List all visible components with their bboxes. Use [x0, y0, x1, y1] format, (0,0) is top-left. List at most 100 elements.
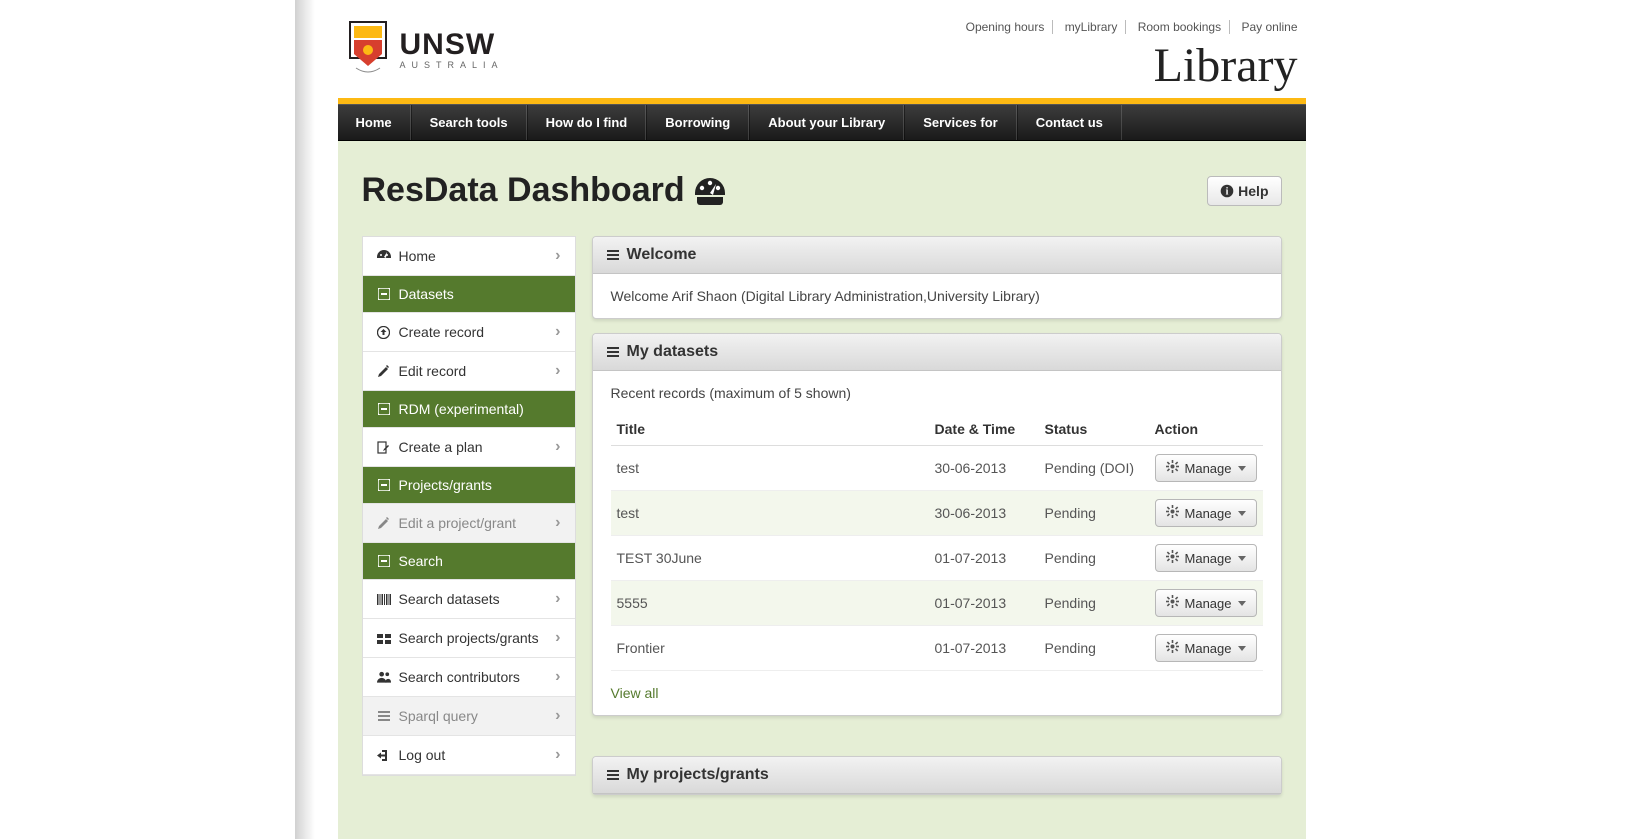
chevron-right-icon: ›: [555, 514, 560, 532]
sidebar-item-label: Search contributors: [399, 669, 520, 685]
sidebar-item-label: Create a plan: [399, 439, 483, 455]
content-area: ResData Dashboard i Help: [338, 141, 1306, 839]
barcode-icon: [377, 594, 391, 605]
chevron-right-icon: ›: [555, 707, 560, 725]
topbar: UNSW AUSTRALIA Opening hours myLibrary R…: [338, 0, 1306, 98]
manage-button[interactable]: Manage: [1155, 589, 1257, 617]
sidebar-item-log-out[interactable]: Log out›: [363, 736, 575, 775]
myprojects-panel: My projects/grants: [592, 756, 1282, 795]
pencil-icon: [377, 365, 391, 378]
minus-box-icon: [377, 288, 391, 300]
myprojects-panel-head[interactable]: My projects/grants: [593, 757, 1281, 794]
sidebar-item-create-record[interactable]: Create record›: [363, 313, 575, 352]
gear-icon: [1166, 505, 1179, 521]
top-link-mylibrary[interactable]: myLibrary: [1057, 20, 1127, 34]
logout-icon: [377, 749, 391, 762]
sidebar-header-search[interactable]: Search: [363, 543, 575, 580]
table-row: test30-06-2013Pending (DOI) Manage: [611, 446, 1263, 491]
top-link-pay[interactable]: Pay online: [1233, 20, 1297, 34]
sidebar-item-create-a-plan[interactable]: Create a plan ›: [363, 428, 575, 467]
cell-date: 30-06-2013: [929, 446, 1039, 491]
top-link-hours[interactable]: Opening hours: [958, 20, 1054, 34]
welcome-panel-head[interactable]: Welcome: [593, 237, 1281, 274]
caret-down-icon: [1238, 556, 1246, 561]
sidebar-item-label: Home: [399, 248, 436, 264]
view-all-link[interactable]: View all: [611, 685, 659, 701]
mainnav: Home Search tools How do I find Borrowin…: [338, 104, 1306, 141]
chevron-right-icon: ›: [555, 247, 560, 265]
sidebar-item-label: Search projects/grants: [399, 630, 539, 646]
cell-status: Pending: [1039, 626, 1149, 671]
cell-status: Pending: [1039, 581, 1149, 626]
top-link-room[interactable]: Room bookings: [1130, 20, 1230, 34]
sidebar-item-label: Create record: [399, 324, 485, 340]
logo[interactable]: UNSW AUSTRALIA: [346, 20, 504, 78]
people-icon: [377, 671, 391, 683]
chevron-right-icon: ›: [555, 438, 560, 456]
nav-home[interactable]: Home: [338, 105, 411, 140]
dashboard-icon: [693, 176, 727, 206]
sidebar-item-label: Sparql query: [399, 708, 478, 724]
manage-button[interactable]: Manage: [1155, 454, 1257, 482]
logo-country-text: AUSTRALIA: [400, 60, 504, 70]
manage-button[interactable]: Manage: [1155, 499, 1257, 527]
dashboard-icon: [377, 250, 391, 262]
sidebar-header-rdm-experimental-[interactable]: RDM (experimental): [363, 391, 575, 428]
mydatasets-panel: My datasets Recent records (maximum of 5…: [592, 333, 1282, 716]
cell-status: Pending (DOI): [1039, 446, 1149, 491]
cell-title: test: [611, 446, 929, 491]
chevron-right-icon: ›: [555, 668, 560, 686]
bars-icon: [607, 770, 619, 780]
sidebar-header-projects-grants[interactable]: Projects/grants: [363, 467, 575, 504]
welcome-panel: Welcome Welcome Arif Shaon (Digital Libr…: [592, 236, 1282, 319]
chevron-right-icon: ›: [555, 362, 560, 380]
nav-search-tools[interactable]: Search tools: [411, 105, 527, 140]
sidebar-item-search-datasets[interactable]: Search datasets ›: [363, 580, 575, 619]
col-title: Title: [611, 413, 929, 446]
nav-about[interactable]: About your Library: [749, 105, 904, 140]
sidebar-item-search-contributors[interactable]: Search contributors ›: [363, 658, 575, 697]
records-table: Title Date & Time Status Action test30-0…: [611, 413, 1263, 671]
sidebar-item-edit-a-project-grant: Edit a project/grant ›: [363, 504, 575, 543]
sidebar-header-label: Projects/grants: [399, 477, 492, 493]
gear-icon: [1166, 460, 1179, 476]
sidebar: Home›DatasetsCreate record›Edit record›R…: [362, 236, 576, 776]
chevron-right-icon: ›: [555, 629, 560, 647]
cell-status: Pending: [1039, 536, 1149, 581]
page-title: ResData Dashboard: [362, 171, 727, 210]
cell-title[interactable]: TEST 30June: [611, 536, 929, 581]
nav-borrowing[interactable]: Borrowing: [646, 105, 749, 140]
sidebar-item-label: Edit a project/grant: [399, 515, 517, 531]
sidebar-header-datasets[interactable]: Datasets: [363, 276, 575, 313]
svg-text:i: i: [1226, 186, 1229, 197]
sidebar-item-search-projects-grants[interactable]: Search projects/grants ›: [363, 619, 575, 658]
nav-contact[interactable]: Contact us: [1017, 105, 1122, 140]
sidebar-item-edit-record[interactable]: Edit record›: [363, 352, 575, 391]
gear-icon: [1166, 640, 1179, 656]
sidebar-item-label: Search datasets: [399, 591, 500, 607]
edit-doc-icon: [377, 441, 391, 454]
manage-button[interactable]: Manage: [1155, 634, 1257, 662]
gear-icon: [1166, 595, 1179, 611]
caret-down-icon: [1238, 511, 1246, 516]
cell-title: test: [611, 491, 929, 536]
cell-date: 01-07-2013: [929, 626, 1039, 671]
mydatasets-panel-head[interactable]: My datasets: [593, 334, 1281, 371]
sidebar-item-home[interactable]: Home ›: [363, 237, 575, 276]
chevron-right-icon: ›: [555, 746, 560, 764]
gear-icon: [1166, 550, 1179, 566]
help-button[interactable]: i Help: [1207, 176, 1281, 206]
upload-icon: [377, 326, 391, 339]
pencil-icon: [377, 517, 391, 530]
cell-date: 01-07-2013: [929, 581, 1039, 626]
library-title: Library: [958, 42, 1298, 90]
records-caption: Recent records (maximum of 5 shown): [611, 385, 1263, 401]
cell-date: 01-07-2013: [929, 536, 1039, 581]
sidebar-item-sparql-query: Sparql query ›: [363, 697, 575, 736]
chevron-right-icon: ›: [555, 590, 560, 608]
info-icon: i: [1220, 184, 1234, 198]
nav-services[interactable]: Services for: [904, 105, 1016, 140]
manage-button[interactable]: Manage: [1155, 544, 1257, 572]
minus-box-icon: [377, 403, 391, 415]
nav-how-find[interactable]: How do I find: [527, 105, 647, 140]
